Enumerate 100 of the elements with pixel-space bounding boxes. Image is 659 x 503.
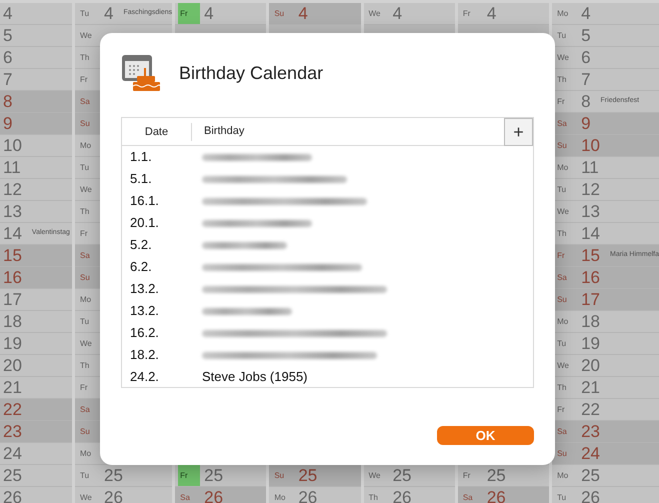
weekday-label: Sa — [556, 426, 568, 438]
day-number: 24 — [581, 445, 600, 462]
weekday-label: Su — [556, 294, 568, 306]
day-number: 16 — [3, 269, 22, 286]
weekday-label: Th — [556, 74, 568, 86]
weekday-label: Mo — [79, 294, 92, 306]
day-number: 13 — [3, 203, 22, 220]
weekday-label: Tu — [556, 492, 568, 503]
column-header[interactable]: Birthday — [192, 123, 504, 140]
day-number: 23 — [581, 423, 600, 440]
birthday-calendar-icon — [121, 53, 163, 93]
weekday-label: Mo — [556, 470, 570, 482]
day-number: 22 — [581, 401, 600, 418]
day-number: 12 — [581, 181, 600, 198]
day-number: 21 — [3, 379, 22, 396]
weekday-label: We — [556, 206, 570, 218]
weekday-label: Fr — [556, 96, 566, 108]
weekday-label: Fr — [178, 465, 200, 486]
date-cell-text: 24.2. — [129, 368, 160, 386]
weekday-label: Sa — [556, 118, 568, 130]
weekday-label: Su — [556, 448, 568, 460]
weekday-label: Th — [79, 206, 90, 218]
weekday-label: Tu — [79, 316, 90, 328]
weekday-label: Fr — [79, 228, 89, 240]
weekday-label: We — [79, 184, 93, 196]
day-number: 4 — [298, 5, 308, 22]
day-number: 20 — [3, 357, 22, 374]
day-number: 14 — [3, 225, 22, 242]
weekday-label: Mo — [556, 162, 570, 174]
date-cell-text: 16.1. — [129, 192, 160, 210]
day-number: 4 — [486, 5, 496, 22]
day-number: 9 — [581, 115, 591, 132]
weekday-label: We — [79, 338, 93, 350]
weekday-label: Mo — [556, 8, 570, 20]
weekday-label: Fr — [462, 470, 472, 482]
weekday-label: Fr — [79, 74, 89, 86]
day-number: 17 — [3, 291, 22, 308]
weekday-label: Sa — [79, 250, 91, 262]
day-number: 26 — [298, 489, 318, 503]
date-cell-text: 13.2. — [129, 280, 160, 298]
weekday-label: We — [79, 30, 93, 42]
weekday-label: Su — [273, 8, 286, 20]
weekday-label: Tu — [79, 162, 90, 174]
weekday-label: Fr — [178, 3, 200, 24]
day-number: 25 — [104, 467, 123, 484]
weekday-label: Su — [79, 426, 91, 438]
weekday-label: Sa — [556, 272, 568, 284]
weekday-label: Th — [556, 228, 568, 240]
day-number: 26 — [204, 489, 224, 503]
day-number: 7 — [3, 71, 12, 88]
day-number: 24 — [3, 445, 22, 462]
day-number: 25 — [392, 467, 412, 484]
weekday-label: Sa — [79, 96, 91, 108]
day-number: 25 — [581, 467, 600, 484]
day-number: 11 — [581, 159, 599, 176]
weekday-label: Fr — [462, 8, 472, 20]
day-number: 25 — [204, 467, 224, 484]
day-number: 8 — [581, 93, 591, 110]
day-number: 26 — [581, 489, 600, 503]
day-number: 16 — [581, 269, 600, 286]
day-number: 18 — [3, 313, 22, 330]
day-number: 25 — [486, 467, 506, 484]
day-number: 6 — [3, 49, 12, 66]
day-number: 17 — [581, 291, 600, 308]
day-number: 5 — [581, 27, 591, 44]
date-cell-text: 1.1. — [129, 148, 153, 166]
column-header[interactable]: Date — [122, 122, 192, 140]
weekday-label: Tu — [556, 184, 568, 196]
day-number: 26 — [486, 489, 506, 503]
weekday-label: Th — [368, 492, 379, 503]
day-number: 8 — [3, 93, 12, 110]
day-number: 23 — [3, 423, 22, 440]
weekday-label: We — [556, 360, 570, 372]
date-cell-text: 16.2. — [129, 324, 160, 342]
weekday-label: We — [556, 52, 570, 64]
day-number: 15 — [581, 247, 600, 264]
day-number: 26 — [392, 489, 412, 503]
date-cell-text: 18.2. — [129, 346, 160, 364]
weekday-label: Mo — [79, 140, 92, 152]
day-number: 5 — [3, 27, 12, 44]
dialog-title: Birthday Calendar — [179, 62, 324, 85]
day-number: 18 — [581, 313, 600, 330]
day-number: 25 — [3, 467, 22, 484]
day-number: 26 — [104, 489, 123, 503]
add-button[interactable]: + — [504, 118, 533, 146]
day-number: 14 — [581, 225, 600, 242]
day-number: 22 — [3, 401, 22, 418]
weekday-label: Tu — [79, 470, 90, 482]
day-number: 7 — [581, 71, 591, 88]
day-number: 26 — [3, 489, 22, 503]
weekday-label: Mo — [79, 448, 92, 460]
weekday-label: Su — [273, 470, 286, 482]
day-number: 21 — [581, 379, 600, 396]
day-number: 4 — [392, 5, 402, 22]
weekday-label: We — [368, 470, 382, 482]
day-number: 4 — [204, 5, 214, 22]
weekday-label: Fr — [79, 382, 89, 394]
weekday-label: Fr — [556, 250, 566, 262]
day-number: 20 — [581, 357, 600, 374]
day-number: 4 — [3, 5, 12, 22]
